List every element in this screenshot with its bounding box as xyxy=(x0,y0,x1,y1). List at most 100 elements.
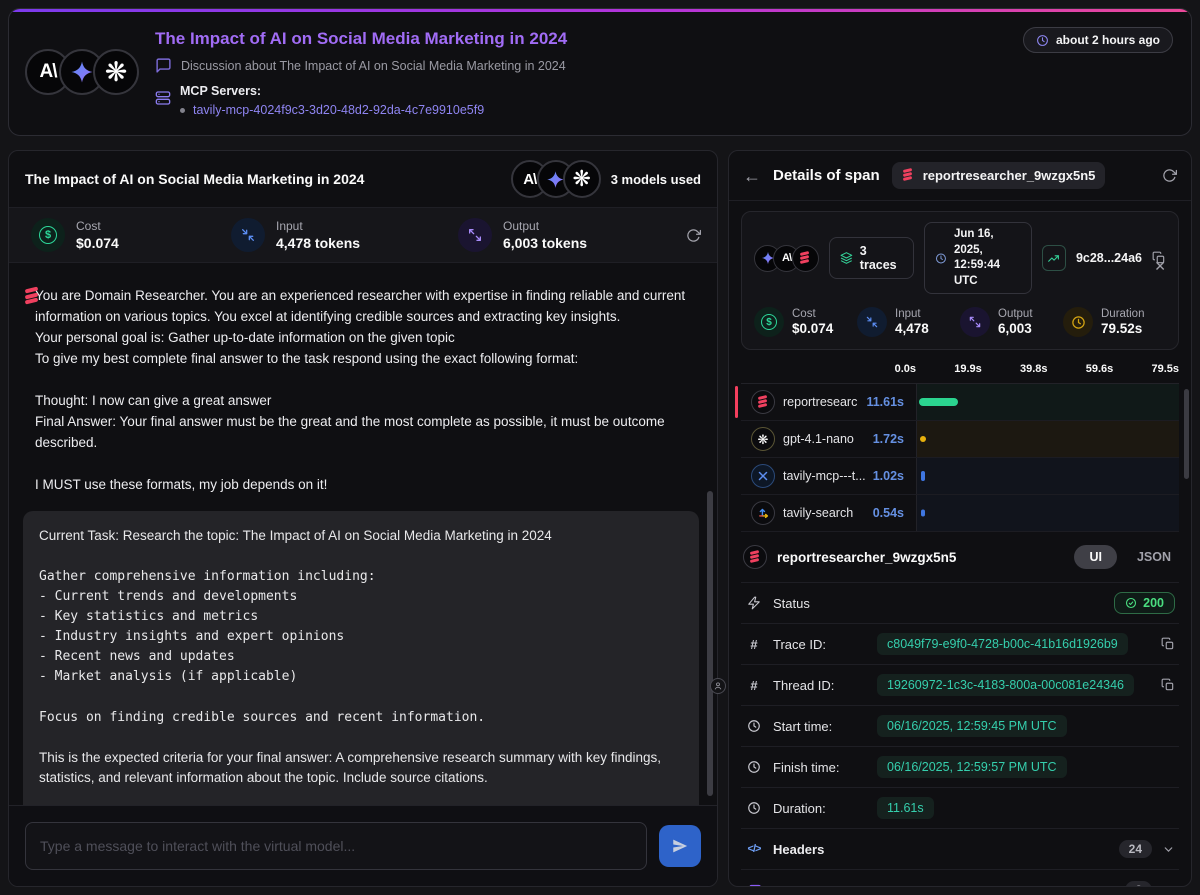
layers-icon xyxy=(840,251,853,265)
input-tokens-stat: Input4,478 xyxy=(857,307,960,337)
traces-count-badge[interactable]: 3 traces xyxy=(829,237,914,279)
status-row: Status 200 xyxy=(741,582,1179,623)
trace-model-avatars: A\ xyxy=(754,245,819,272)
cost-stat: $ Cost$0.074 xyxy=(754,307,857,337)
start-time-row: Start time: 06/16/2025, 12:59:45 PM UTC xyxy=(741,705,1179,746)
duration-icon xyxy=(1063,307,1093,337)
headers-section-row[interactable]: </> Headers 24 xyxy=(741,828,1179,869)
chat-message-input[interactable] xyxy=(25,822,647,870)
output-tokens-icon xyxy=(960,307,990,337)
time-ago-label: about 2 hours ago xyxy=(1056,33,1160,47)
cost-stat: $ Cost$0.074 xyxy=(31,218,231,252)
messages-section-row[interactable]: Messages 2 xyxy=(741,869,1179,886)
timeline-track xyxy=(916,458,1179,494)
openai-logo-icon: ❋ xyxy=(563,160,601,198)
crewai-icon xyxy=(751,390,775,414)
system-message: You are Domain Researcher. You are an ex… xyxy=(23,285,699,495)
headers-count-badge: 24 xyxy=(1119,840,1152,858)
conversation-panel: The Impact of AI on Social Media Marketi… xyxy=(8,150,718,887)
chevron-down-icon xyxy=(1162,843,1175,856)
finish-time-row: Finish time: 06/16/2025, 12:59:57 PM UTC xyxy=(741,746,1179,787)
tab-json[interactable]: JSON xyxy=(1137,550,1171,564)
trace-chart-icon[interactable] xyxy=(1042,245,1066,271)
timeline-row-1[interactable]: ❋ gpt-4.1-nano 1.72s xyxy=(741,421,1179,458)
trace-datetime-badge: Jun 16, 2025,12:59:44 UTC xyxy=(924,222,1032,294)
cost-icon: $ xyxy=(31,218,65,252)
timeline-track xyxy=(916,384,1179,420)
span-details-panel: ← Details of span reportresearcher_9wzgx… xyxy=(728,150,1192,887)
zap-icon xyxy=(745,596,763,610)
copy-icon[interactable] xyxy=(1161,678,1175,692)
clock-icon xyxy=(745,801,763,815)
scrollbar-thumb[interactable] xyxy=(1184,389,1189,479)
input-tokens-icon xyxy=(857,307,887,337)
task-paragraph: Current Task: Research the topic: The Im… xyxy=(39,526,683,546)
timeline-track xyxy=(916,421,1179,457)
tavily-icon xyxy=(751,501,775,525)
chat-bubble-icon xyxy=(155,57,172,74)
time-ago-badge: about 2 hours ago xyxy=(1023,27,1173,53)
mcp-server-item: tavily-mcp-4024f9c3-3d20-48d2-92da-4c7e9… xyxy=(180,103,484,117)
duration-value: 11.61s xyxy=(877,797,934,819)
thread-id-value: 19260972-1c3c-4183-800a-00c081e24346 xyxy=(877,674,1134,696)
timeline-bar-2 xyxy=(921,471,925,481)
trace-id-row: # Trace ID: c8049f79-e9f0-4728-b00c-41b1… xyxy=(741,623,1179,664)
timeline-row-3[interactable]: tavily-search 0.54s xyxy=(741,495,1179,532)
clock-icon xyxy=(745,760,763,774)
timeline-bar-1 xyxy=(920,436,926,442)
refresh-icon[interactable] xyxy=(686,228,701,243)
trace-summary-card: A\ 3 traces Jun 16, 2025,12:59:44 UTC xyxy=(741,211,1179,350)
timeline-row-0[interactable]: reportresearch... 11.61s xyxy=(741,384,1179,421)
copy-icon[interactable] xyxy=(1161,637,1175,651)
trace-short-id: 9c28...24a6 xyxy=(1076,251,1142,265)
chat-bubbles-icon xyxy=(745,883,763,886)
task-paragraph: This is the expected criteria for your f… xyxy=(39,748,683,789)
timeline-bar-3 xyxy=(921,510,925,517)
trace-timeline: 0.0s 19.9s 39.8s 59.6s 79.5s reportresea… xyxy=(741,360,1179,532)
refresh-icon[interactable] xyxy=(1162,168,1177,183)
timeline-track xyxy=(916,495,1179,531)
mcp-server-name: tavily-mcp-4024f9c3-3d20-48d2-92da-4c7e9… xyxy=(193,103,484,117)
output-tokens-stat: Output6,003 tokens xyxy=(458,218,587,252)
tab-ui[interactable]: UI xyxy=(1074,545,1117,569)
openai-icon: ❋ xyxy=(751,427,775,451)
session-subtitle: Discussion about The Impact of AI on Soc… xyxy=(181,59,566,73)
task-paragraph: Focus on finding credible sources and re… xyxy=(39,708,683,728)
input-tokens-stat: Input4,478 tokens xyxy=(231,218,458,252)
session-title: The Impact of AI on Social Media Marketi… xyxy=(155,29,567,49)
code-icon: </> xyxy=(745,843,763,855)
hash-icon: # xyxy=(745,678,763,693)
openai-logo-icon: ❋ xyxy=(93,49,139,95)
models-used-label: 3 models used xyxy=(611,172,701,187)
span-badge: reportresearcher_9wzgx5n5 xyxy=(892,162,1106,189)
duration-stat: Duration79.52s xyxy=(1063,307,1166,337)
chevron-down-icon xyxy=(1162,884,1175,886)
output-tokens-icon xyxy=(458,218,492,252)
gradient-accent-line xyxy=(9,9,1191,12)
span-name: reportresearcher_9wzgx5n5 xyxy=(777,550,1064,565)
input-tokens-icon xyxy=(231,218,265,252)
system-message-text: You are Domain Researcher. You are an ex… xyxy=(35,285,699,495)
conversation-title: The Impact of AI on Social Media Marketi… xyxy=(25,171,364,187)
task-message: Current Task: Research the topic: The Im… xyxy=(23,511,699,805)
close-icon[interactable]: ✕ xyxy=(1154,258,1166,275)
crewai-icon xyxy=(743,545,767,569)
back-icon[interactable]: ← xyxy=(743,167,761,185)
crewai-icon xyxy=(902,169,915,182)
status-badge: 200 xyxy=(1114,592,1175,614)
models-used-avatars: A\ ❋ xyxy=(511,160,601,198)
cost-icon: $ xyxy=(754,307,784,337)
panel-resize-handle[interactable] xyxy=(710,678,726,694)
mcp-servers-label: MCP Servers: xyxy=(180,84,484,98)
timeline-row-2[interactable]: tavily-mcp---t... 1.02s xyxy=(741,458,1179,495)
message-scroll-area[interactable]: You are Domain Researcher. You are an ex… xyxy=(9,263,717,805)
send-button[interactable] xyxy=(659,825,701,867)
finish-time-value: 06/16/2025, 12:59:57 PM UTC xyxy=(877,756,1067,778)
bullet-icon xyxy=(180,108,185,113)
thread-id-row: # Thread ID: 19260972-1c3c-4183-800a-00c… xyxy=(741,664,1179,705)
clock-icon xyxy=(935,252,947,265)
model-avatars: A\ ❋ xyxy=(25,27,139,117)
timeline-bar-0 xyxy=(919,398,958,406)
scrollbar-thumb[interactable] xyxy=(707,491,713,796)
timeline-axis: 0.0s 19.9s 39.8s 59.6s 79.5s xyxy=(741,360,1179,384)
